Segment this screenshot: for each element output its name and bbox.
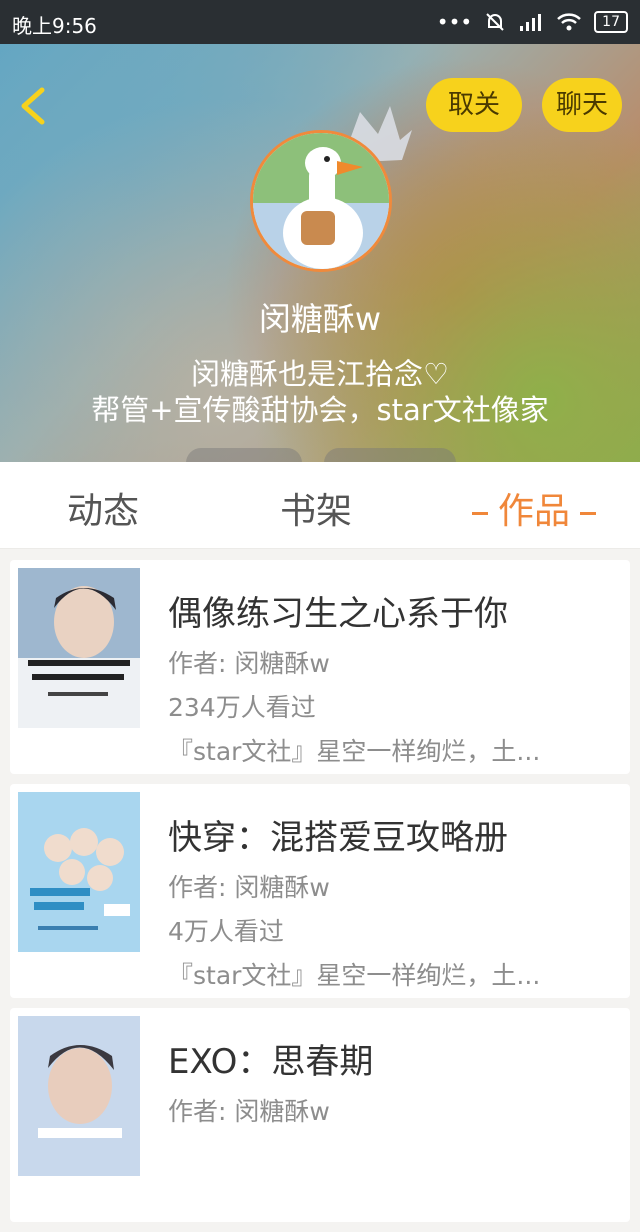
status-bar: 晚上9:56 ••• 17 bbox=[0, 0, 640, 44]
chat-button[interactable]: 聊天 bbox=[542, 78, 622, 132]
work-title: EXO：思春期 bbox=[168, 1042, 374, 1082]
signal-icon bbox=[520, 14, 542, 31]
mute-bell-icon bbox=[486, 13, 504, 31]
goose-avatar-image bbox=[253, 133, 389, 269]
work-title: 快穿：混搭爱豆攻略册 bbox=[168, 818, 508, 858]
work-title: 偶像练习生之心系于你 bbox=[168, 594, 508, 634]
book-cover bbox=[18, 792, 140, 952]
work-views: 4万人看过 bbox=[168, 917, 284, 946]
book-cover-image bbox=[18, 792, 140, 952]
tab-active-indicator-left bbox=[472, 511, 488, 515]
tag-chip-2 bbox=[324, 448, 456, 462]
work-card[interactable]: 偶像练习生之心系于你 作者: 闵糖酥w 234万人看过 『star文社』星空一样… bbox=[10, 560, 630, 774]
tab-bookshelf[interactable]: 书架 bbox=[280, 482, 352, 534]
battery-icon: 17 bbox=[594, 11, 628, 33]
more-dots-icon: ••• bbox=[436, 10, 473, 34]
chevron-left-icon bbox=[21, 87, 45, 125]
work-card[interactable]: EXO：思春期 作者: 闵糖酥w bbox=[10, 1008, 630, 1222]
work-description: 『star文社』星空一样绚烂，土... bbox=[168, 737, 541, 766]
bio-line-1: 闵糖酥也是江拾念♡ bbox=[191, 357, 449, 391]
tag-chip-1 bbox=[186, 448, 302, 462]
work-description: 『star文社』星空一样绚烂，土... bbox=[168, 961, 541, 990]
tab-dynamic[interactable]: 动态 bbox=[67, 482, 139, 534]
book-cover-image bbox=[18, 568, 140, 728]
profile-header: 取关 聊天 闵糖酥w 闵糖酥也是江拾念♡ 帮管+宣传酸甜协会，star文社像家 bbox=[0, 44, 640, 462]
username: 闵糖酥w bbox=[258, 300, 382, 338]
status-time: 晚上9:56 bbox=[12, 14, 97, 38]
profile-tabs: 动态 书架 作品 bbox=[0, 462, 640, 549]
book-cover-image bbox=[18, 1016, 140, 1176]
unfollow-button[interactable]: 取关 bbox=[426, 78, 522, 132]
work-author: 作者: 闵糖酥w bbox=[168, 873, 330, 902]
book-cover bbox=[18, 568, 140, 728]
work-author: 作者: 闵糖酥w bbox=[168, 649, 330, 678]
work-views: 234万人看过 bbox=[168, 693, 316, 722]
back-button[interactable] bbox=[14, 84, 54, 128]
tab-works[interactable]: 作品 bbox=[462, 482, 606, 534]
works-list: 偶像练习生之心系于你 作者: 闵糖酥w 234万人看过 『star文社』星空一样… bbox=[10, 560, 630, 1232]
bio-line-2: 帮管+宣传酸甜协会，star文社像家 bbox=[91, 393, 549, 427]
wifi-icon bbox=[557, 13, 582, 31]
book-cover bbox=[18, 1016, 140, 1176]
bio: 闵糖酥也是江拾念♡ 帮管+宣传酸甜协会，star文社像家 bbox=[0, 356, 640, 428]
avatar[interactable] bbox=[250, 130, 392, 272]
tab-active-indicator-right bbox=[580, 511, 597, 515]
tab-works-label: 作品 bbox=[498, 491, 571, 532]
work-card[interactable]: 快穿：混搭爱豆攻略册 作者: 闵糖酥w 4万人看过 『star文社』星空一样绚烂… bbox=[10, 784, 630, 998]
status-icons: ••• 17 bbox=[437, 10, 628, 34]
work-author: 作者: 闵糖酥w bbox=[168, 1097, 330, 1126]
